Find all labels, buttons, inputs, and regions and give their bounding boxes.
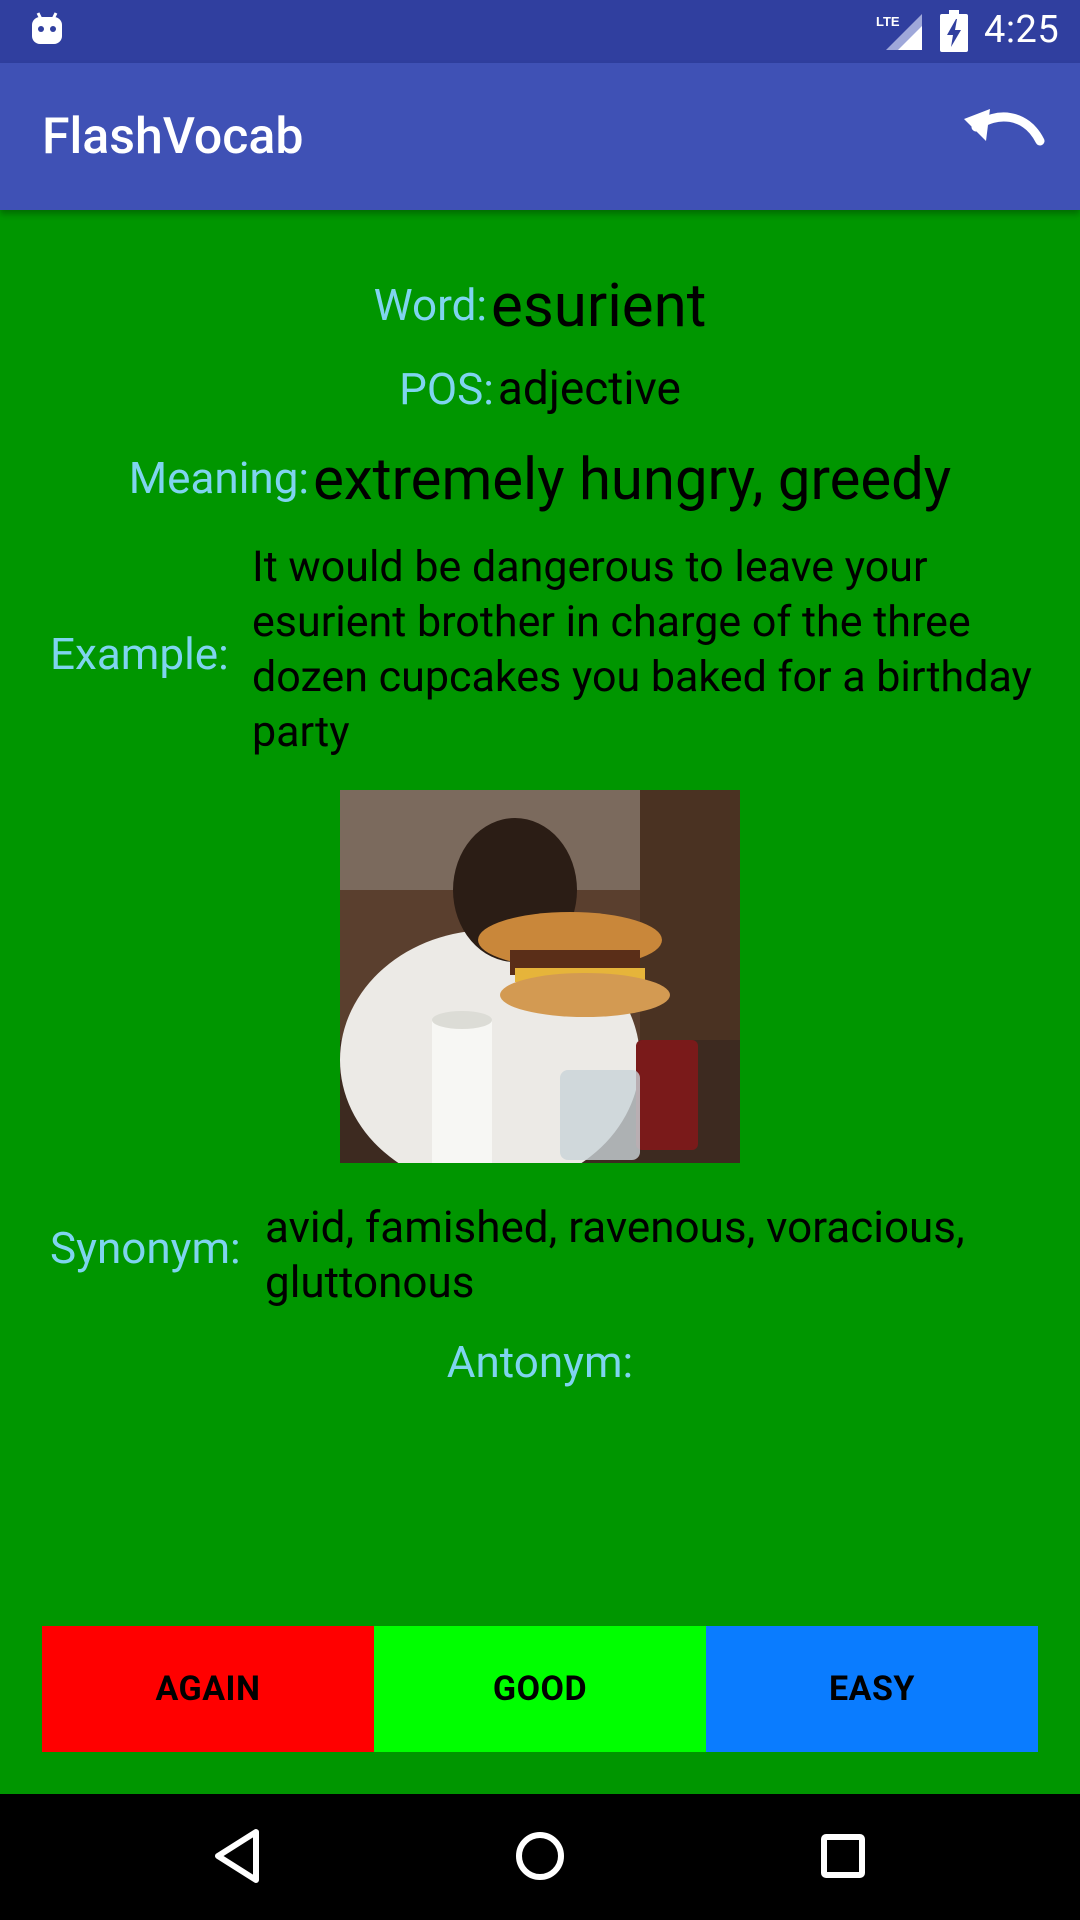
synonym-row: Synonym: avid, famished, ravenous, vorac… [50, 1200, 1050, 1320]
meaning-label: Meaning: [128, 452, 310, 504]
app-bar: FlashVocab [0, 63, 1080, 210]
synonym-label: Synonym: [50, 1222, 241, 1274]
easy-button[interactable]: EASY [706, 1626, 1038, 1752]
again-button[interactable]: AGAIN [42, 1626, 374, 1752]
app-title: FlashVocab [42, 108, 304, 166]
word-illustration-image [340, 790, 740, 1163]
back-icon[interactable] [212, 1826, 262, 1886]
word-row: Word: esurient [0, 270, 1080, 341]
status-time: 4:25 [984, 8, 1060, 52]
word-label: Word: [373, 279, 488, 331]
pos-label: POS: [399, 363, 494, 415]
pos-value: adjective [497, 362, 681, 416]
navigation-bar [0, 1794, 1080, 1920]
undo-icon[interactable] [960, 103, 1050, 173]
android-icon [32, 12, 62, 44]
status-bar: LTE 4:25 [0, 0, 1080, 63]
svg-text:LTE: LTE [876, 14, 900, 29]
meaning-row: Meaning: extremely hungry, greedy [0, 446, 1080, 514]
word-value: esurient [491, 270, 707, 341]
example-row: Example: It would be dangerous to leave … [50, 540, 1040, 757]
recents-icon[interactable] [818, 1828, 868, 1884]
flashcard: Word: esurient POS: adjective Meaning: e… [0, 210, 1080, 1794]
home-icon[interactable] [514, 1826, 566, 1886]
good-button[interactable]: GOOD [374, 1626, 706, 1752]
example-value: It would be dangerous to leave your esur… [252, 542, 1032, 757]
battery-charging-icon [940, 10, 968, 52]
lte-signal-icon: LTE [876, 14, 922, 50]
antonym-row: Antonym: [0, 1336, 1080, 1388]
review-button-bar: AGAIN GOOD EASY [42, 1626, 1038, 1752]
meaning-value: extremely hungry, greedy [313, 446, 952, 514]
synonym-value: avid, famished, ravenous, voracious, glu… [265, 1201, 965, 1308]
example-label: Example: [50, 628, 229, 680]
pos-row: POS: adjective [0, 362, 1080, 416]
antonym-label: Antonym: [446, 1336, 634, 1388]
